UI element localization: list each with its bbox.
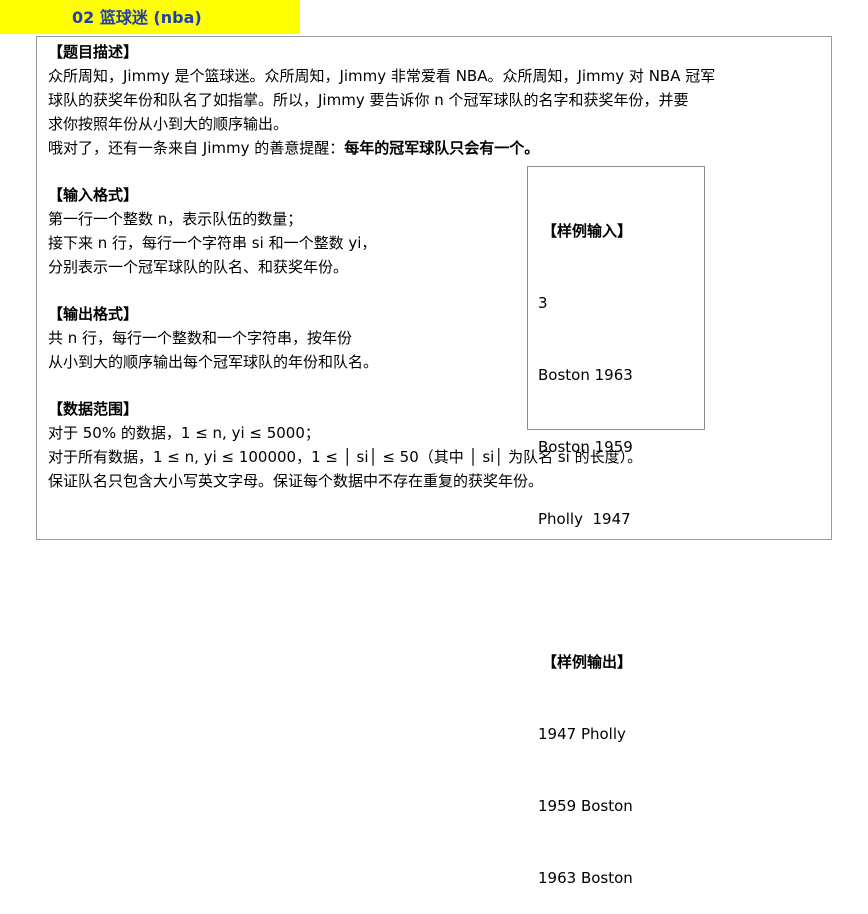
- sample-output-line: 1947 Pholly: [538, 725, 626, 743]
- output-format-line: 共 n 行，每行一个整数和一个字符串，按年份: [48, 329, 353, 347]
- sample-input-line: 3: [538, 294, 548, 312]
- input-format-heading: 【输入格式】: [48, 186, 139, 204]
- output-format-heading: 【输出格式】: [48, 305, 139, 323]
- problem-title: 02 篮球迷 (nba): [0, 0, 300, 34]
- input-format-line: 分别表示一个冠军球队的队名、和获奖年份。: [48, 258, 349, 276]
- sample-output-heading: 【样例输出】: [542, 653, 633, 671]
- input-format-line: 接下来 n 行，每行一个字符串 si 和一个整数 yi，: [48, 234, 377, 252]
- data-range-line: 保证队名只包含大小写英文字母。保证每个数据中不存在重复的获奖年份。: [48, 472, 544, 490]
- sample-box: 【样例输入】 3 Boston 1963 Boston 1959 Pholly …: [527, 166, 705, 887]
- description-heading: 【题目描述】: [48, 43, 139, 61]
- problem-content: 【题目描述】 众所周知，Jimmy 是个篮球迷。众所周知，Jimmy 非常爱看 …: [48, 40, 828, 493]
- sample-input-line: Pholly 1947: [538, 510, 631, 528]
- description-line: 众所周知，Jimmy 是个篮球迷。众所周知，Jimmy 非常爱看 NBA。众所周…: [48, 67, 716, 85]
- reminder-text: 哦对了，还有一条来自 Jimmy 的善意提醒：: [48, 139, 345, 157]
- data-range-heading: 【数据范围】: [48, 400, 139, 418]
- sample-input-heading: 【样例输入】: [542, 222, 633, 240]
- description-line: 求你按照年份从小到大的顺序输出。: [48, 115, 289, 133]
- data-range-line: 对于所有数据，1 ≤ n, yi ≤ 100000，1 ≤ │ si│ ≤ 50…: [48, 448, 643, 466]
- sample-output-line: 1959 Boston: [538, 797, 633, 815]
- description-line: 球队的获奖年份和队名了如指掌。所以，Jimmy 要告诉你 n 个冠军球队的名字和…: [48, 91, 689, 109]
- sample-output-line: 1963 Boston: [538, 869, 633, 887]
- output-format-line: 从小到大的顺序输出每个冠军球队的年份和队名。: [48, 353, 379, 371]
- input-format-line: 第一行一个整数 n，表示队伍的数量；: [48, 210, 303, 228]
- reminder-line: 哦对了，还有一条来自 Jimmy 的善意提醒：每年的冠军球队只会有一个。: [48, 136, 828, 160]
- reminder-emphasis: 每年的冠军球队只会有一个。: [344, 139, 540, 157]
- data-range-line: 对于 50% 的数据，1 ≤ n, yi ≤ 5000；: [48, 424, 320, 442]
- sample-input-line: Boston 1959: [538, 438, 633, 456]
- sample-input-line: Boston 1963: [538, 366, 633, 384]
